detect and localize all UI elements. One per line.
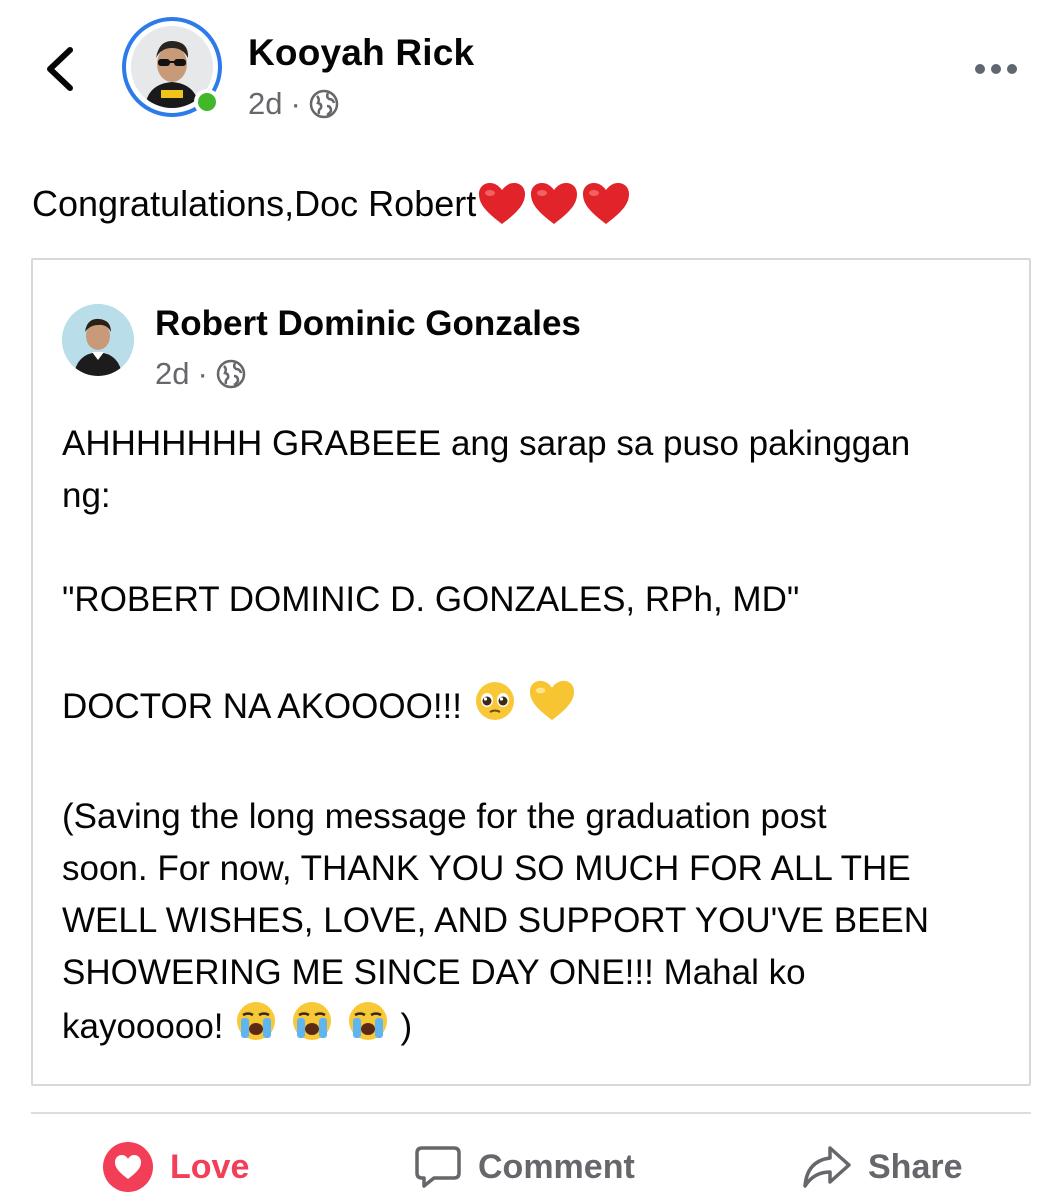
post-meta: 2d ·	[248, 86, 339, 122]
text-line: "ROBERT DOMINIC D. GONZALES, RPh, MD"	[62, 580, 800, 619]
shared-author-name[interactable]: Robert Dominic Gonzales	[155, 304, 581, 344]
text-line: soon. For now, THANK YOU SO MUCH FOR ALL…	[62, 849, 911, 888]
globe-icon	[309, 89, 339, 119]
shared-author-avatar[interactable]	[62, 304, 134, 376]
chevron-left-icon	[47, 47, 73, 91]
shared-post-time[interactable]: 2d	[155, 356, 189, 392]
more-dot	[1007, 64, 1017, 74]
love-button[interactable]: Love	[102, 1140, 249, 1194]
text-line: ng:	[62, 476, 111, 515]
red-heart-emoji	[476, 180, 632, 228]
post-text: Congratulations,Doc Robert	[32, 180, 632, 228]
comment-button[interactable]: Comment	[414, 1140, 635, 1194]
yellow-heart-emoji	[527, 678, 577, 739]
globe-icon	[216, 359, 246, 389]
text-line: kayooooo!	[62, 1006, 224, 1046]
meta-separator: ·	[290, 86, 301, 121]
loudly-crying-face-emoji	[289, 999, 335, 1058]
love-label: Love	[170, 1147, 250, 1186]
share-button[interactable]: Share	[802, 1140, 963, 1194]
text-line-with-emoji: DOCTOR NA AKOOOO!!!	[62, 678, 1002, 739]
online-status-indicator	[194, 89, 220, 115]
back-button[interactable]	[40, 44, 84, 94]
loudly-crying-face-emoji	[233, 999, 279, 1058]
share-label: Share	[868, 1147, 963, 1186]
text-line: )	[400, 1006, 413, 1046]
comment-label: Comment	[478, 1147, 635, 1186]
speech-bubble-icon	[415, 1146, 461, 1188]
shared-post-text: AHHHHHHH GRABEEE ang sarap sa puso pakin…	[62, 418, 1002, 1058]
more-options-button[interactable]	[975, 56, 1025, 82]
shared-post-meta: 2d ·	[155, 356, 246, 392]
text-line-with-emoji: kayooooo! )	[62, 999, 1002, 1058]
text-line: (Saving the long message for the graduat…	[62, 797, 827, 836]
heart-icon	[103, 1142, 153, 1192]
text-line: WELL WISHES, LOVE, AND SUPPORT YOU'VE BE…	[62, 901, 930, 940]
text-line: DOCTOR NA AKOOOO!!!	[62, 686, 462, 726]
post-text-content: Congratulations,Doc Robert	[32, 183, 477, 224]
author-name[interactable]: Kooyah Rick	[248, 32, 474, 74]
divider	[31, 1112, 1031, 1114]
loudly-crying-face-emoji	[345, 999, 391, 1058]
more-dot	[991, 64, 1001, 74]
text-line: AHHHHHHH GRABEEE ang sarap sa puso pakin…	[62, 424, 911, 463]
post-time[interactable]: 2d	[248, 86, 282, 122]
text-line: SHOWERING ME SINCE DAY ONE!!! Mahal ko	[62, 953, 806, 992]
meta-separator: ·	[197, 356, 208, 391]
more-horizontal-icon	[975, 64, 985, 74]
share-arrow-icon	[803, 1146, 851, 1188]
pleading-face-emoji	[472, 679, 518, 738]
